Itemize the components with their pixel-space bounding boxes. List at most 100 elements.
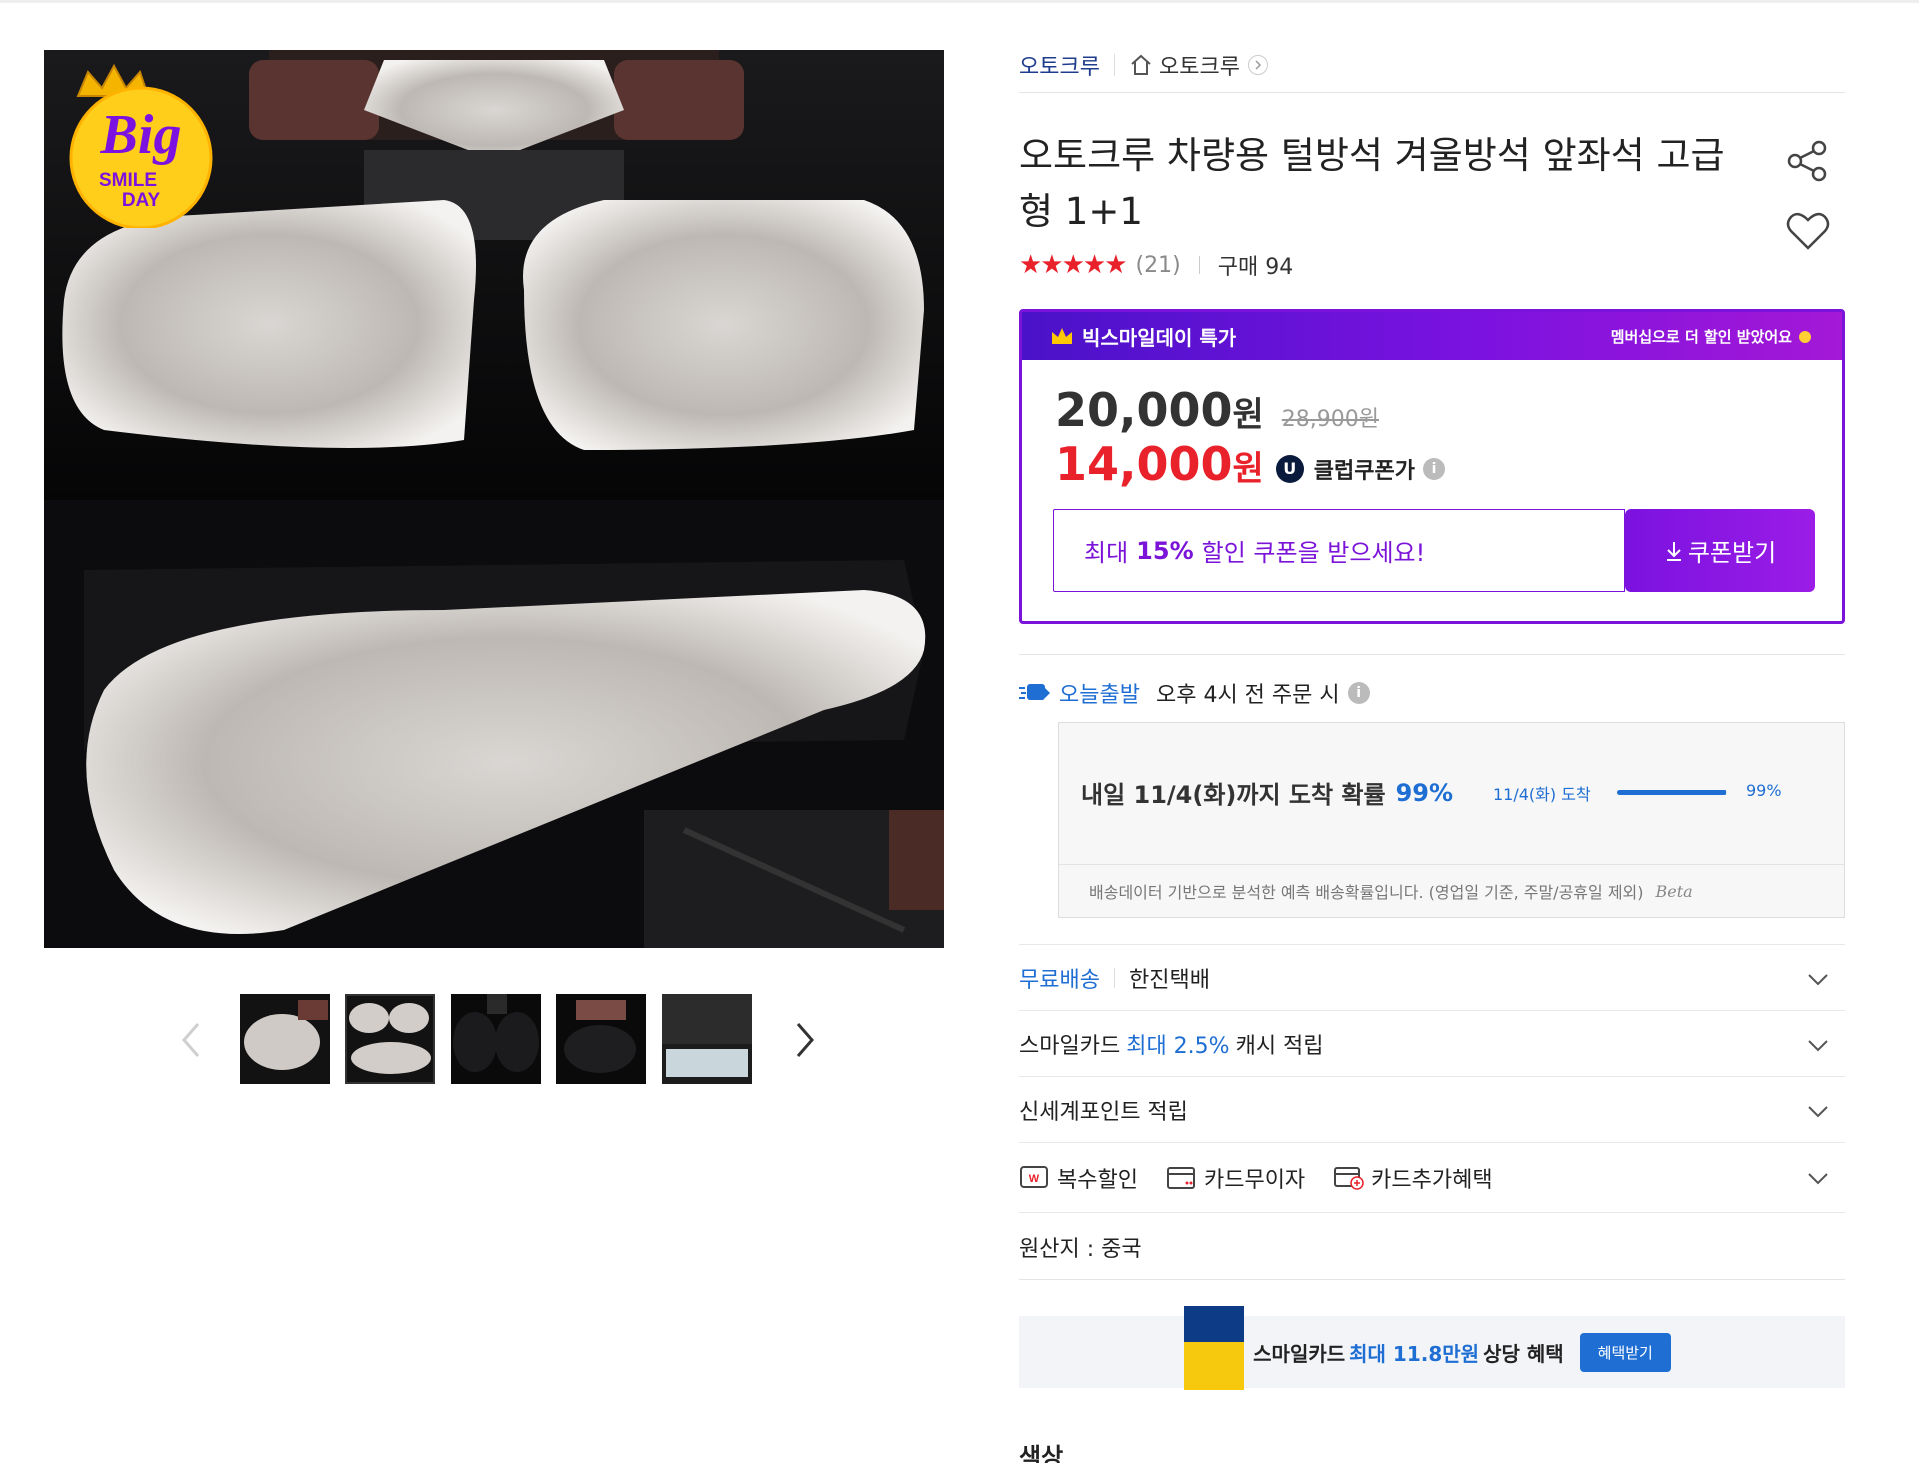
coupon-percent: 15% <box>1136 536 1194 565</box>
club-coupon-tag: U 클럽쿠폰가 i <box>1275 453 1445 485</box>
smilecard-prefix: 스마일카드 <box>1019 1033 1121 1059</box>
rating-separator <box>1198 256 1200 274</box>
membership-message: 멤버십으로 더 할인 받았어요 <box>1610 327 1792 346</box>
sale-price-unit: 원 <box>1232 395 1264 435</box>
u-badge-icon: U <box>1275 454 1304 483</box>
shinsegae-point-row[interactable]: 신세계포인트 적립 <box>1019 1076 1845 1142</box>
beta-label: Beta <box>1655 881 1693 901</box>
coupon-message: 최대 15% 할인 쿠폰을 받으세요! <box>1053 509 1625 592</box>
thumbnail-2[interactable] <box>345 994 435 1084</box>
thumbnail-1[interactable] <box>240 994 330 1084</box>
shipping-row: 오늘출발 오후 4시 전 주문 시 i <box>1019 676 1370 710</box>
card-extra-benefit[interactable]: 카드추가혜택 <box>1333 1162 1493 1194</box>
rating-row: ★★★★★ (21) 구매 94 <box>1019 248 1293 282</box>
sale-price: 20,000 원 28,900원 <box>1055 383 1379 437</box>
badge-day-text: DAY <box>122 190 161 211</box>
brand-row: 오토크루 오토크루 <box>1019 48 1268 82</box>
chevron-right-small-icon <box>1247 55 1268 75</box>
brand-link[interactable]: 오토크루 <box>1019 49 1100 81</box>
prediction-footnote: 배송데이터 기반으로 분석한 예측 배송확률입니다. (영업일 기준, 주말/공… <box>1059 864 1844 917</box>
sale-price-value: 20,000 <box>1055 383 1233 437</box>
svg-text:W: W <box>1029 1173 1040 1185</box>
dispatch-condition: 오후 4시 전 주문 시 <box>1155 683 1340 708</box>
thumbnail-3[interactable] <box>451 994 541 1084</box>
banner-suffix: 상당 혜택 <box>1483 1341 1564 1366</box>
coupon-prefix: 최대 <box>1084 539 1129 567</box>
get-benefit-button[interactable]: 혜택받기 <box>1579 1332 1671 1372</box>
original-price: 28,900원 <box>1281 407 1380 432</box>
footnote-text: 배송데이터 기반으로 분석한 예측 배송확률입니다. (영업일 기준, 주말/공… <box>1089 883 1644 902</box>
multi-discount-icon: W <box>1020 1165 1048 1188</box>
carrier-name: 한진택배 <box>1128 967 1210 993</box>
fast-delivery-icon <box>1019 684 1050 700</box>
row-separator <box>1113 967 1115 988</box>
chevron-down-icon[interactable] <box>1805 1098 1831 1124</box>
thumbnail-4[interactable] <box>556 994 646 1084</box>
chevron-down-icon[interactable] <box>1805 1165 1831 1191</box>
info-icon[interactable]: i <box>1347 682 1370 704</box>
smilecard-image <box>1184 1306 1244 1390</box>
deal-divider <box>1019 654 1845 655</box>
coupon-suffix: 할인 쿠폰을 받으세요! <box>1201 539 1426 567</box>
heart-icon[interactable] <box>1783 206 1833 256</box>
deal-box: 빅스마일데이 특가 멤버십으로 더 할인 받았어요 20,000 원 28,900… <box>1019 309 1845 624</box>
brand-divider <box>1019 92 1845 93</box>
smilecard-banner-text: 스마일카드 최대 11.8만원 상당 혜택 혜택받기 <box>1253 1332 1671 1372</box>
smilecard-accent: 최대 2.5% <box>1126 1033 1230 1059</box>
banner-accent: 최대 11.8만원 <box>1349 1341 1480 1366</box>
coupon-button-label: 쿠폰받기 <box>1687 539 1777 567</box>
thumb-prev-button[interactable] <box>172 1015 212 1065</box>
origin-text: 원산지 : 중국 <box>1019 1236 1142 1262</box>
shinsegae-label: 신세계포인트 적립 <box>1019 1099 1188 1125</box>
prediction-headline: 내일 11/4(화)까지 도착 확률 99% <box>1081 775 1453 810</box>
arrival-date-label: 11/4(화) 도착 <box>1493 785 1591 804</box>
product-title: 오토크루 차량용 털방석 겨울방석 앞좌석 고급형 1+1 <box>1019 134 1725 233</box>
delivery-prediction-box: 내일 11/4(화)까지 도착 확률 99% 11/4(화) 도착 99% 배송… <box>1058 722 1845 918</box>
card-interest-free-benefit[interactable]: 카드무이자 <box>1166 1162 1305 1194</box>
benefit-label-3: 카드추가혜택 <box>1371 1167 1493 1193</box>
origin-divider <box>1019 1279 1845 1280</box>
probability-bar <box>1617 790 1727 795</box>
prediction-percent: 99% <box>1395 778 1454 807</box>
smilecard-suffix: 캐시 적립 <box>1235 1033 1324 1059</box>
store-link[interactable]: 오토크루 <box>1129 49 1268 81</box>
club-price-value: 14,000 <box>1055 437 1233 491</box>
smilecard-cash-row[interactable]: 스마일카드 최대 2.5% 캐시 적립 <box>1019 1010 1845 1076</box>
chevron-right-icon <box>796 1023 814 1057</box>
club-coupon-label: 클럽쿠폰가 <box>1313 458 1415 484</box>
badge-big-text: Big <box>100 104 182 166</box>
review-count[interactable]: (21) <box>1136 253 1181 278</box>
club-price: 14,000 원 U 클럽쿠폰가 i <box>1055 437 1445 491</box>
multi-discount-benefit[interactable]: W 복수할인 <box>1019 1162 1138 1194</box>
badge-smile-text: SMILE <box>99 170 157 191</box>
free-shipping-label: 무료배송 <box>1019 967 1100 993</box>
smilecard-banner[interactable]: 스마일카드 최대 11.8만원 상당 혜택 혜택받기 <box>1019 1306 1845 1390</box>
benefit-label-2: 카드무이자 <box>1203 1167 1306 1193</box>
store-name: 오토크루 <box>1158 55 1240 80</box>
origin-row: 원산지 : 중국 <box>1019 1212 1845 1280</box>
free-shipping-row[interactable]: 무료배송 한진택배 <box>1019 944 1845 1010</box>
thumb-next-button[interactable] <box>784 1015 824 1065</box>
share-icon[interactable] <box>1783 136 1833 186</box>
star-rating: ★★★★★ <box>1019 250 1128 280</box>
club-price-unit: 원 <box>1232 449 1264 489</box>
chevron-down-icon[interactable] <box>1805 1032 1831 1058</box>
banner-prefix: 스마일카드 <box>1253 1341 1346 1366</box>
thumbnail-5[interactable] <box>662 994 752 1084</box>
deal-label: 빅스마일데이 특가 <box>1082 325 1237 350</box>
purchase-count: 구매 94 <box>1217 255 1294 280</box>
info-icon[interactable]: i <box>1423 457 1445 480</box>
probability-bar-percent: 99% <box>1746 781 1782 800</box>
card-plus-icon <box>1334 1166 1364 1190</box>
clap-icon <box>1799 331 1811 343</box>
download-icon <box>1666 541 1681 561</box>
card-benefits-row[interactable]: W 복수할인 카드무이자 카드추가혜택 <box>1019 1142 1845 1212</box>
color-option-title: 색상 <box>1019 1443 1064 1463</box>
brand-separator <box>1113 54 1115 76</box>
card-icon <box>1166 1166 1195 1189</box>
coupon-download-button[interactable]: 쿠폰받기 <box>1625 509 1815 592</box>
top-border <box>0 0 1919 3</box>
crown-icon <box>1052 328 1072 344</box>
chevron-left-icon <box>182 1023 200 1057</box>
chevron-down-icon[interactable] <box>1805 966 1831 992</box>
